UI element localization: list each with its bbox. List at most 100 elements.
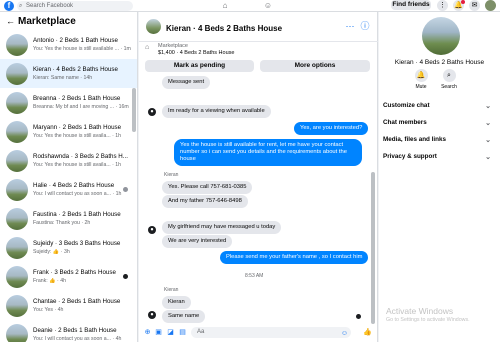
activate-windows-watermark: Activate Windows Go to Settings to activ… bbox=[386, 306, 470, 323]
facebook-logo-icon[interactable]: f bbox=[4, 1, 14, 11]
listing-thumbnail bbox=[6, 323, 28, 342]
conversation-item[interactable]: Sujeidy · 3 Beds 3 Baths House Sujeidy: 👍… bbox=[0, 233, 137, 262]
chat-scrollbar[interactable] bbox=[371, 172, 375, 324]
message-bubble-incoming: Kieran bbox=[162, 296, 191, 309]
listing-info[interactable]: ⌂ Marketplace $1,400 · 4 Beds 2 Baths Ho… bbox=[145, 42, 371, 57]
message-bubble-outgoing: Yes, are you interested? bbox=[294, 122, 369, 135]
option-label: Privacy & support bbox=[383, 153, 437, 160]
conversation-snippet: You: Yes the house is still available ..… bbox=[33, 46, 131, 52]
message-thread: Message sent Im ready for a viewing when… bbox=[139, 74, 378, 330]
conversation-item[interactable]: Maryann · 2 Beds 1 Bath House You: Yes th… bbox=[0, 117, 137, 146]
seen-avatar-icon bbox=[123, 187, 128, 192]
conversation-name: Deanie · 2 Beds 1 Bath House bbox=[33, 327, 117, 334]
scrollbar[interactable] bbox=[132, 88, 136, 132]
chat-title[interactable]: Kieran · 4 Beds 2 Baths House bbox=[166, 24, 282, 33]
media-files-links-option[interactable]: Media, files and links ⌄ bbox=[383, 136, 491, 146]
search-input[interactable]: ⌕ Search Facebook bbox=[17, 1, 133, 11]
mark-as-pending-button[interactable]: Mark as pending bbox=[145, 60, 254, 72]
message-bubble-incoming: Yes. Please call 757-681-0385 bbox=[162, 181, 253, 194]
menu-icon[interactable]: ⋮ bbox=[437, 0, 448, 11]
sender-name: Kieran bbox=[164, 287, 179, 293]
avatar[interactable] bbox=[485, 0, 496, 11]
search-icon: ⌕ bbox=[442, 69, 456, 82]
message-placeholder: Aa bbox=[197, 329, 205, 335]
conversation-name: Kieran · 4 Beds 2 Baths House bbox=[33, 66, 118, 73]
bell-icon: 🔔 bbox=[414, 69, 428, 82]
listing-avatar[interactable] bbox=[422, 17, 460, 55]
conversation-name: Maryann · 2 Beds 1 Bath House bbox=[33, 124, 122, 131]
like-icon[interactable]: 👍 bbox=[363, 328, 372, 337]
conversation-name: Faustina · 2 Beds 1 Bath House bbox=[33, 211, 121, 218]
more-icon[interactable]: ⋯ bbox=[344, 20, 356, 32]
message-bubble-outgoing: Please send me your father's name , so I… bbox=[220, 251, 369, 264]
chat-header: Kieran · 4 Beds 2 Baths House ⋯ ⓘ bbox=[139, 12, 378, 42]
customize-chat-option[interactable]: Customize chat ⌄ bbox=[383, 102, 491, 112]
mute-button[interactable]: 🔔 Mute bbox=[409, 69, 433, 90]
chat-members-option[interactable]: Chat members ⌄ bbox=[383, 119, 491, 129]
conversation-item[interactable]: Antonio · 2 Beds 1 Bath House You: Yes th… bbox=[0, 30, 137, 59]
info-icon[interactable]: ⓘ bbox=[359, 20, 371, 32]
conversation-details-panel: Kieran · 4 Beds 2 Baths House 🔔 Mute ⌕ S… bbox=[379, 12, 500, 342]
option-label: Customize chat bbox=[383, 102, 430, 109]
conversation-name: Frank · 3 Beds 2 Baths House bbox=[33, 269, 116, 276]
conversation-list-panel: ← Marketplace Antonio · 2 Beds 1 Bath Ho… bbox=[0, 12, 138, 342]
listing-thumbnail bbox=[6, 178, 28, 201]
more-options-button[interactable]: More options bbox=[260, 60, 370, 72]
conversation-snippet: Breanna: My bf and I are moving ... · 16… bbox=[33, 104, 129, 110]
conversation-item[interactable]: Breanna · 2 Beds 1 Bath House Breanna: My… bbox=[0, 88, 137, 117]
conversation-item[interactable]: Rodshawnda · 3 Beds 2 Baths H... You: Yes… bbox=[0, 146, 137, 175]
marketplace-icon: ⌂ bbox=[145, 44, 150, 51]
search-conversation-button[interactable]: ⌕ Search bbox=[437, 69, 461, 90]
watermark-title: Activate Windows bbox=[386, 306, 454, 316]
conversation-snippet: You: I will contact you as soon a... · 1… bbox=[33, 191, 122, 197]
privacy-support-option[interactable]: Privacy & support ⌄ bbox=[383, 153, 491, 163]
conversation-snippet: You: Yes the house is still availa... · … bbox=[33, 162, 122, 168]
conversation-item[interactable]: Chantae · 2 Beds 1 Bath House You: Yes · … bbox=[0, 291, 137, 320]
chevron-down-icon: ⌄ bbox=[485, 154, 491, 161]
listing-thumbnail bbox=[6, 62, 28, 85]
conversation-name: Sujeidy · 3 Beds 3 Baths House bbox=[33, 240, 121, 247]
message-bubble-incoming: Im ready for a viewing when available bbox=[162, 105, 271, 118]
conversation-name: Rodshawnda · 3 Beds 2 Baths H... bbox=[33, 153, 128, 160]
sender-avatar bbox=[148, 311, 156, 319]
chevron-down-icon: ⌄ bbox=[485, 137, 491, 144]
listing-price: $1,400 · 4 Beds 2 Baths House bbox=[158, 50, 235, 56]
conversation-snippet: You: Yes the house is still availa... · … bbox=[33, 133, 122, 139]
conversation-snippet: Sujeidy: 👍 · 3h bbox=[33, 249, 70, 255]
message-bubble-outgoing: Yes the house is still available for ren… bbox=[174, 139, 362, 166]
conversation-item[interactable]: Faustina · 2 Beds 1 Bath House Faustina: … bbox=[0, 204, 137, 233]
conversation-item[interactable]: Deanie · 2 Beds 1 Bath House You: I will … bbox=[0, 320, 137, 342]
friends-icon[interactable]: ☺ bbox=[261, 0, 275, 11]
messenger-icon[interactable]: ✉ bbox=[469, 0, 480, 11]
sticker-icon[interactable]: ◪ bbox=[166, 328, 175, 337]
conversation-item[interactable]: Frank · 3 Beds 2 Baths House Frank: 👍 · 4… bbox=[0, 262, 137, 291]
sender-avatar bbox=[148, 108, 156, 116]
emoji-icon[interactable]: ☺ bbox=[341, 328, 348, 339]
watermark-subtitle: Go to Settings to activate Windows. bbox=[386, 317, 470, 323]
message-bubble-incoming: We are very interested bbox=[162, 235, 233, 248]
find-friends-button[interactable]: Find friends bbox=[391, 0, 431, 10]
listing-thumbnail bbox=[6, 294, 28, 317]
message-bubble-incoming: My girlfriend may have messaged u today bbox=[162, 221, 282, 234]
back-arrow-icon[interactable]: ← bbox=[6, 16, 18, 26]
listing-kind: Marketplace bbox=[158, 43, 188, 49]
marketplace-title: Marketplace bbox=[18, 15, 76, 27]
photo-icon[interactable]: ▣ bbox=[154, 328, 163, 337]
chat-panel: Kieran · 4 Beds 2 Baths House ⋯ ⓘ ⌂ Mark… bbox=[139, 12, 378, 342]
conversation-snippet: You: I will contact you as soon a... · 4… bbox=[33, 336, 122, 342]
conversation-item-active[interactable]: Kieran · 4 Beds 2 Baths House Kieran: Sam… bbox=[0, 59, 137, 88]
listing-thumbnail bbox=[6, 91, 28, 114]
plus-icon[interactable]: ⊕ bbox=[143, 328, 152, 337]
home-icon[interactable]: ⌂ bbox=[218, 0, 232, 11]
conversation-item[interactable]: Halie · 4 Beds 2 Baths House You: I will … bbox=[0, 175, 137, 204]
chat-avatar[interactable] bbox=[146, 19, 161, 34]
message-timestamp: 8:53 AM bbox=[245, 273, 264, 279]
listing-thumbnail bbox=[6, 207, 28, 230]
conversation-snippet: Faustina: Thank you · 2h bbox=[33, 220, 91, 226]
gif-icon[interactable]: ▤ bbox=[178, 328, 187, 337]
message-input[interactable]: Aa ☺ bbox=[191, 327, 351, 338]
conversation-snippet: Frank: 👍 · 4h bbox=[33, 278, 66, 284]
listing-thumbnail bbox=[6, 149, 28, 172]
listing-thumbnail bbox=[6, 236, 28, 259]
search-label: Search bbox=[441, 84, 457, 90]
